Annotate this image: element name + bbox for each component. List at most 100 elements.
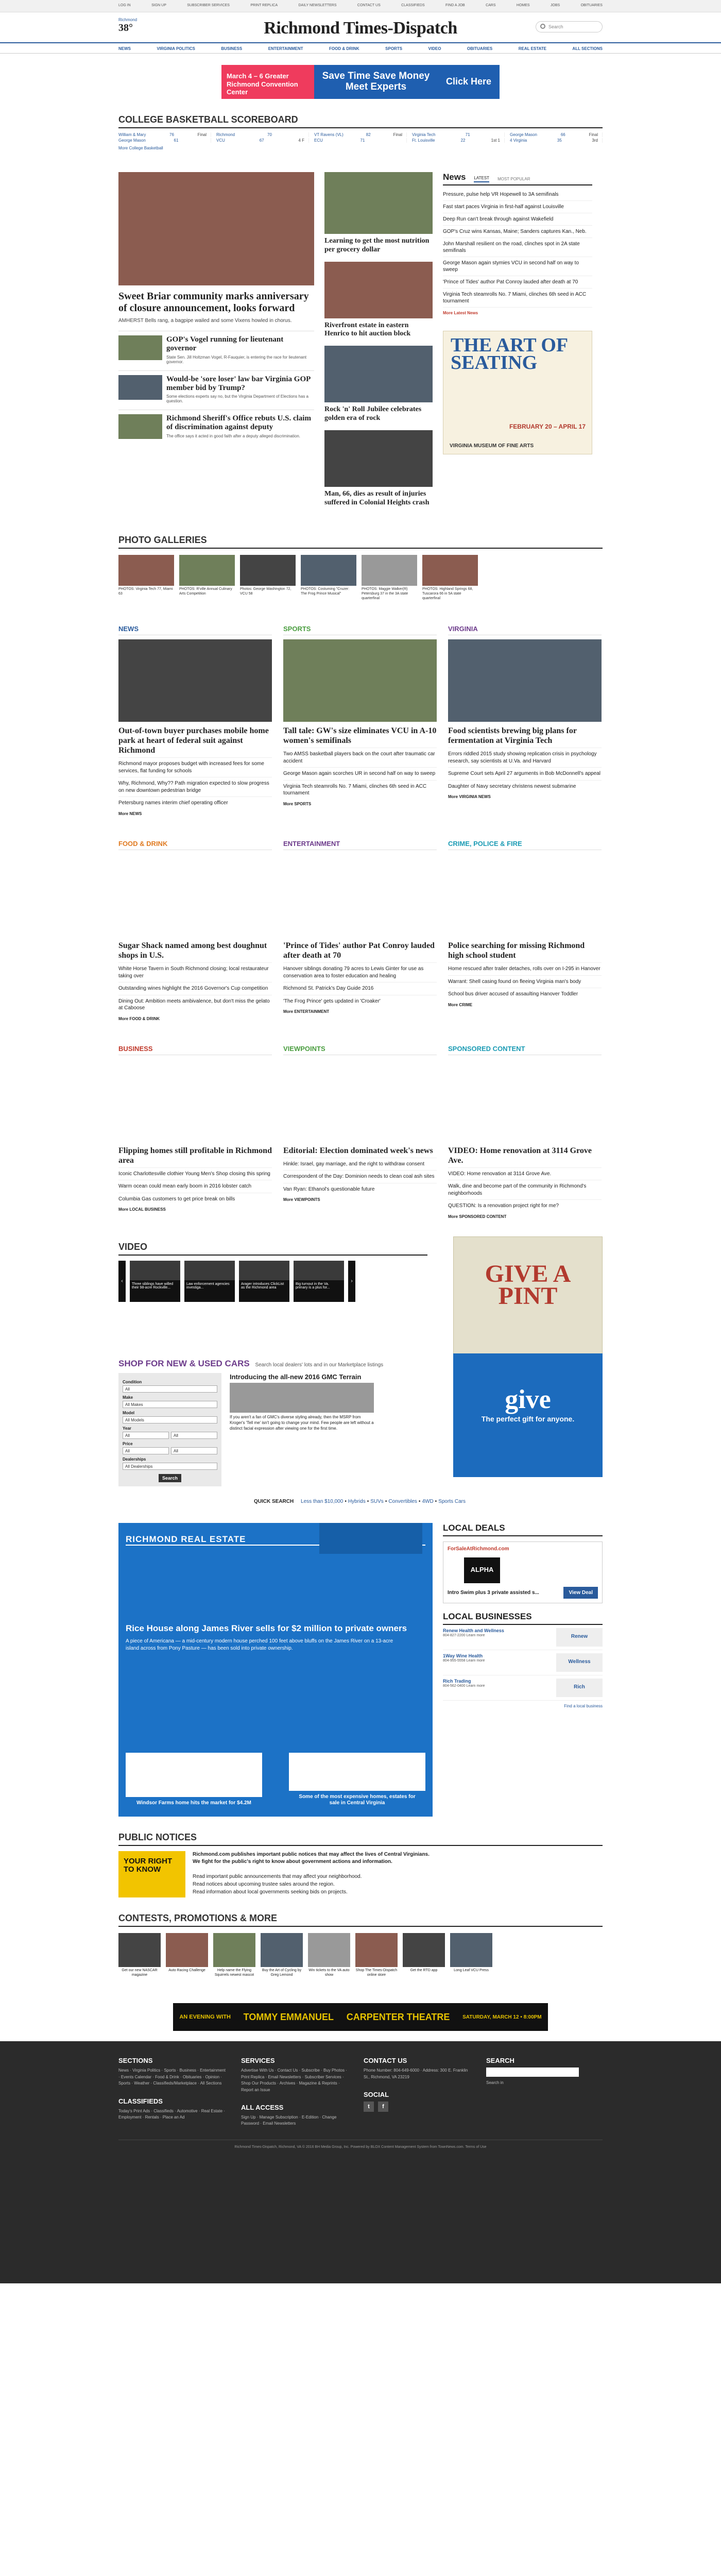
- section-list-item[interactable]: Warrant: Shell casing found on fleeing V…: [448, 975, 602, 988]
- contest-item[interactable]: Long Leaf VCU Press: [450, 1933, 492, 1978]
- gallery-photo[interactable]: [362, 555, 417, 586]
- quick-search-link[interactable]: Less than $10,000: [301, 1499, 343, 1504]
- search-input[interactable]: Search: [536, 21, 603, 32]
- section-headline[interactable]: Out-of-town buyer purchases mobile home …: [118, 726, 272, 756]
- section-more-link[interactable]: More VIEWPOINTS: [283, 1197, 437, 1202]
- team-name[interactable]: William & Mary: [118, 132, 146, 137]
- score-row[interactable]: Ft. Louisville 22 1st 1: [412, 138, 505, 143]
- condition-select[interactable]: All: [123, 1385, 217, 1393]
- nav-item[interactable]: Obituaries: [467, 46, 492, 51]
- utility-link[interactable]: Contact Us: [357, 4, 381, 7]
- section-list-item[interactable]: Correspondent of the Day: Dominion needs…: [283, 1170, 437, 1183]
- score-row[interactable]: 4 Virginia 35 3rd: [510, 138, 603, 143]
- gallery-item[interactable]: PHOTOS: Costuming "Cruzer: The Frog Prin…: [301, 555, 356, 601]
- score-row[interactable]: ECU 71: [314, 138, 407, 143]
- middle-story[interactable]: Rock 'n' Roll Jubilee celebrates golden …: [324, 346, 433, 423]
- quick-search-link[interactable]: SUVs: [370, 1499, 384, 1504]
- section-title[interactable]: Sports: [283, 625, 437, 635]
- story-headline[interactable]: Richmond Sheriff's Office rebuts U.S. cl…: [166, 414, 314, 432]
- lead-headline[interactable]: Sweet Briar community marks anniversary …: [118, 291, 314, 314]
- score-row[interactable]: VT Ravens (VL) 82 Final: [314, 132, 407, 137]
- quick-search-link[interactable]: Hybrids: [348, 1499, 366, 1504]
- section-more-link[interactable]: More ENTERTAINMENT: [283, 1009, 437, 1014]
- section-list-item[interactable]: Dining Out: Ambition meets ambivalence, …: [118, 994, 272, 1014]
- section-list-item[interactable]: QUESTION: Is a renovation project right …: [448, 1199, 602, 1212]
- twitter-icon[interactable]: t: [364, 2102, 374, 2112]
- video-item[interactable]: Big turnout in the Va. primary is a plus…: [294, 1260, 344, 1302]
- section-headline[interactable]: VIDEO: Home renovation at 3114 Grove Ave…: [448, 1146, 602, 1165]
- story-headline[interactable]: Riverfront estate in eastern Henrico to …: [324, 321, 433, 339]
- footer-links[interactable]: Sign Up · Manage Subscription · E-Editio…: [241, 2114, 349, 2127]
- score-row[interactable]: William & Mary 76 Final: [118, 132, 211, 137]
- section-title[interactable]: Sponsored Content: [448, 1045, 602, 1055]
- story-thumbnail[interactable]: [118, 414, 162, 439]
- section-more-link[interactable]: More CRIME: [448, 1003, 602, 1007]
- contest-item[interactable]: Get the RTD app: [403, 1933, 445, 1978]
- gallery-caption[interactable]: PHOTOS: Maggie Walker(R) Petersburg 37 i…: [362, 587, 417, 601]
- team-name[interactable]: 4 Virginia: [510, 138, 527, 143]
- public-notice-item[interactable]: Read information about local governments…: [193, 1888, 435, 1896]
- gallery-caption[interactable]: PHOTOS: R'ville Annual Culinary Arts Com…: [179, 587, 235, 597]
- section-more-link[interactable]: More SPONSORED CONTENT: [448, 1214, 602, 1219]
- video-item[interactable]: Arager introduces ClickList as the Richm…: [239, 1260, 289, 1302]
- story-photo[interactable]: [324, 172, 433, 234]
- business-logo[interactable]: Wellness: [556, 1653, 603, 1672]
- contest-caption[interactable]: Long Leaf VCU Press: [450, 1969, 492, 1973]
- section-list-item[interactable]: 'The Frog Prince' gets updated in 'Croak…: [283, 994, 437, 1008]
- team-name[interactable]: Virginia Tech: [412, 132, 436, 137]
- view-deal-button[interactable]: View Deal: [563, 1586, 598, 1599]
- utility-link[interactable]: Find a Job: [445, 4, 465, 7]
- year-from-select[interactable]: All: [123, 1431, 169, 1439]
- news-list-item[interactable]: Pressure, pulse help VR Hopewell to 3A s…: [443, 189, 592, 201]
- section-title[interactable]: Business: [118, 1045, 272, 1055]
- gallery-caption[interactable]: Photos: George Washington 72, VCU 58: [240, 587, 296, 597]
- business-name[interactable]: Rich Trading: [443, 1679, 485, 1684]
- section-list-item[interactable]: Errors riddled 2015 study showing replic…: [448, 748, 602, 767]
- story-headline[interactable]: Rock 'n' Roll Jubilee celebrates golden …: [324, 405, 433, 423]
- section-list-item[interactable]: Walk, dine and become part of the commun…: [448, 1180, 602, 1199]
- local-business-item[interactable]: Rich Trading 804-562-0400 Learn more Rich: [443, 1675, 603, 1701]
- story-headline[interactable]: Would-be 'sore loser' law bar Virginia G…: [166, 375, 314, 393]
- contest-photo[interactable]: [213, 1933, 255, 1967]
- gallery-caption[interactable]: PHOTOS: Virginia Tech 77, Miami 63: [118, 587, 174, 597]
- car-promo-title[interactable]: Introducing the all-new 2016 GMC Terrain: [230, 1373, 374, 1381]
- art-of-seating-ad[interactable]: THE ART OF SEATING FEBRUARY 20 – APRIL 1…: [443, 331, 592, 454]
- section-title[interactable]: Virginia: [448, 625, 602, 635]
- story-headline[interactable]: Learning to get the most nutrition per g…: [324, 237, 433, 255]
- section-list-item[interactable]: Columbia Gas customers to get price brea…: [118, 1192, 272, 1206]
- section-list-item[interactable]: Richmond St. Patrick's Day Guide 2016: [283, 982, 437, 995]
- quick-search-link[interactable]: Sports Cars: [438, 1499, 466, 1504]
- price-from-select[interactable]: All: [123, 1447, 169, 1454]
- section-list-item[interactable]: White Horse Tavern in South Richmond clo…: [118, 962, 272, 982]
- quick-search-link[interactable]: 4WD: [422, 1499, 433, 1504]
- section-list-item[interactable]: Why, Richmond, Why?? Path migration expe…: [118, 777, 272, 796]
- banner-ad[interactable]: March 4 – 6 Greater Richmond Convention …: [221, 65, 500, 99]
- contest-caption[interactable]: Shop The Times-Dispatch online store: [355, 1969, 398, 1978]
- gallery-photo[interactable]: [422, 555, 478, 586]
- section-list-item[interactable]: Iconic Charlottesville clothier Young Me…: [118, 1167, 272, 1180]
- section-title[interactable]: News: [118, 625, 272, 635]
- real-estate-card-caption[interactable]: Windsor Farms home hits the market for $…: [126, 1797, 262, 1809]
- gallery-item[interactable]: Photos: George Washington 72, VCU 58: [240, 555, 296, 601]
- section-list-item[interactable]: Outstanding wines highlight the 2016 Gov…: [118, 982, 272, 995]
- gallery-photo[interactable]: [240, 555, 296, 586]
- contest-item[interactable]: Buy the Art of Cycling by Greg Lemond: [261, 1933, 303, 1978]
- score-row[interactable]: Virginia Tech 71: [412, 132, 505, 137]
- section-more-link[interactable]: More VIRGINIA NEWS: [448, 794, 602, 799]
- utility-link[interactable]: Obituaries: [581, 4, 603, 7]
- nav-item[interactable]: Business: [221, 46, 242, 51]
- footer-links[interactable]: News · Virginia Politics · Sports · Busi…: [118, 2067, 227, 2087]
- concert-ad[interactable]: AN EVENING WITH TOMMY EMMANUEL CARPENTER…: [173, 2003, 548, 2031]
- section-headline[interactable]: Police searching for missing Richmond hi…: [448, 941, 602, 960]
- gallery-item[interactable]: PHOTOS: Maggie Walker(R) Petersburg 37 i…: [362, 555, 417, 601]
- section-photo[interactable]: [448, 639, 602, 722]
- weather-widget[interactable]: Richmond 38°: [118, 18, 137, 34]
- contest-photo[interactable]: [308, 1933, 350, 1967]
- contest-photo[interactable]: [450, 1933, 492, 1967]
- section-headline[interactable]: Editorial: Election dominated week's new…: [283, 1146, 437, 1156]
- contest-item[interactable]: Auto Racing Challenge: [166, 1933, 208, 1978]
- dealer-select[interactable]: All Dealerships: [123, 1462, 217, 1470]
- real-estate-headline[interactable]: Rice House along James River sells for $…: [126, 1623, 425, 1634]
- team-name[interactable]: ECU: [314, 138, 323, 143]
- section-list-item[interactable]: George Mason again scorches UR in second…: [283, 767, 437, 780]
